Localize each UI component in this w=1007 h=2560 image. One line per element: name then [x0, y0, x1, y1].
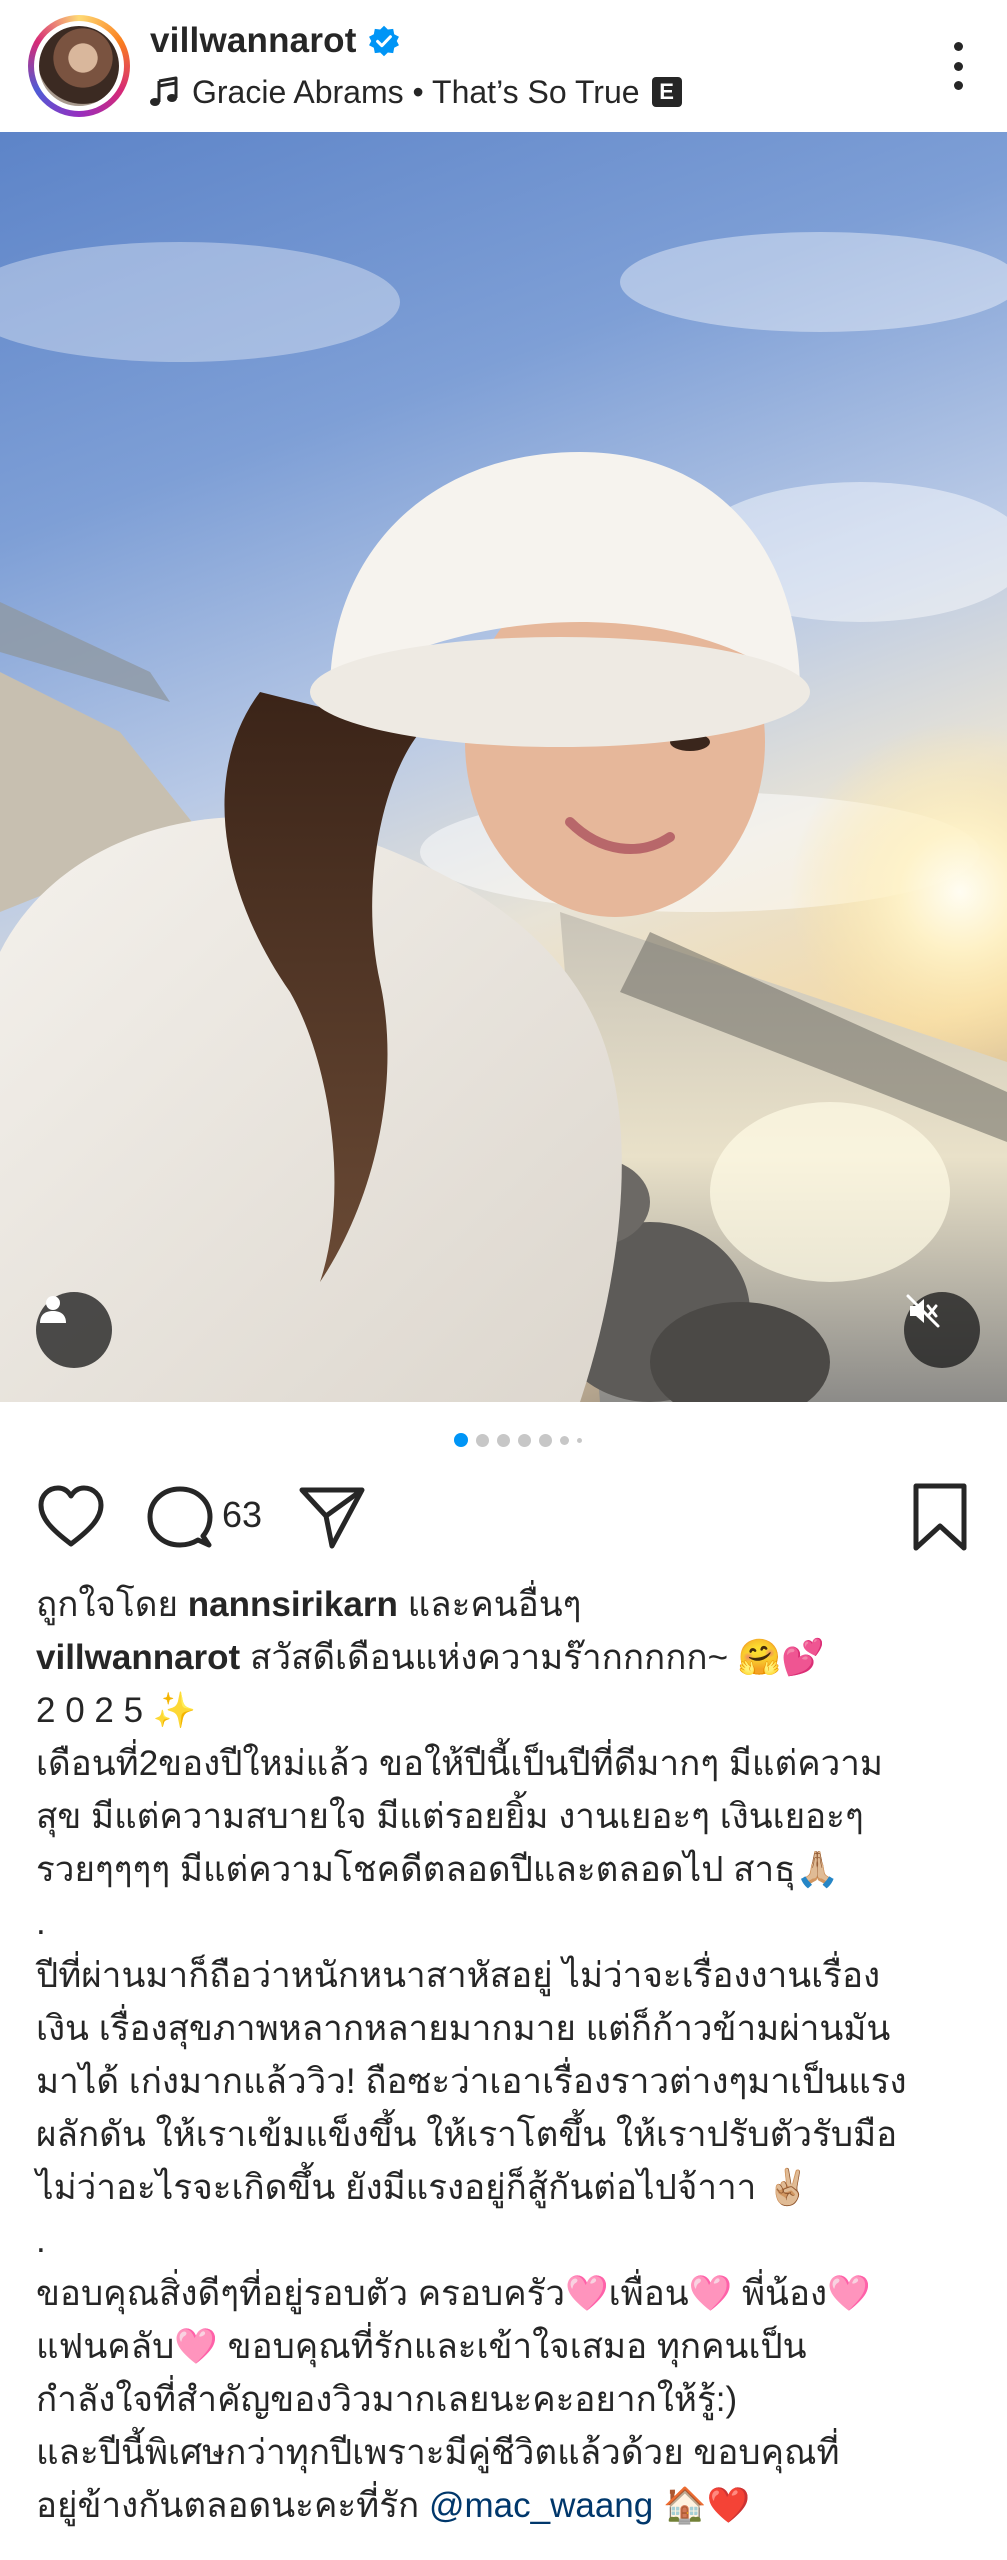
- caption-line: ผลักดัน ให้เราเข้มแข็งขึ้น ให้เราโตขึ้น …: [36, 2115, 898, 2154]
- explicit-badge: E: [651, 77, 682, 107]
- caption-line: แฟนคลับ🩷 ขอบคุณที่รักและเข้าใจเสมอ ทุกคน…: [36, 2327, 807, 2366]
- carousel-dot: [560, 1435, 569, 1445]
- caption-line: ปีที่ผ่านมาก็ถือว่าหนักหนาสาหัสอยู่ ไม่ว…: [36, 1956, 881, 1995]
- carousel-dot-active: [454, 1433, 468, 1447]
- caption-emoji: 🏠❤️: [653, 2486, 751, 2525]
- speaker-muted-icon: [906, 1294, 940, 1328]
- caption-line: .: [36, 1903, 46, 1942]
- carousel-indicator: [454, 1432, 582, 1448]
- carousel-dot: [476, 1433, 489, 1447]
- audio-attribution[interactable]: Gracie Abrams • That’s So True E: [148, 70, 682, 114]
- username-row: villwannarot: [150, 18, 401, 64]
- tagged-people-button[interactable]: [36, 1292, 112, 1368]
- action-bar: 63: [0, 1472, 1007, 1562]
- avatar-image: [39, 26, 119, 106]
- photo-illustration: [0, 232, 1007, 1402]
- caption-line: เงิน เรื่องสุขภาพหลากหลายมากมาย แต่ก็ก้า…: [36, 2009, 891, 2048]
- mention-link[interactable]: @mac_waang: [429, 2486, 653, 2525]
- comment-count[interactable]: 63: [222, 1494, 262, 1536]
- likes-prefix: ถูกใจโดย: [36, 1585, 179, 1624]
- caption-line: มาได้ เก่งมากแล้ววิว! ถือซะว่าเอาเรื่องร…: [36, 2062, 907, 2101]
- caption-text: อยู่ข้างกันตลอดนะคะที่รัก: [36, 2486, 429, 2525]
- caption-line: villwannarot สวัสดีเดือนแห่งความร๊ากกกกก…: [36, 1631, 986, 1684]
- audio-title: Gracie Abrams • That’s So True: [192, 73, 640, 110]
- caption-line: เดือนที่2ของปีใหม่แล้ว ขอให้ปีนี้เป็นปีท…: [36, 1744, 884, 1783]
- post-photo[interactable]: [0, 132, 1007, 1402]
- likes-suffix[interactable]: และคนอื่นๆ: [408, 1585, 582, 1624]
- caption-line: 2 0 2 5 ✨: [36, 1691, 197, 1730]
- carousel-dot: [577, 1437, 582, 1443]
- username[interactable]: villwannarot: [150, 21, 357, 61]
- caption-line: อยู่ข้างกันตลอดนะคะที่รัก @mac_waang 🏠❤️: [36, 2479, 986, 2532]
- mute-toggle-button[interactable]: [904, 1292, 980, 1368]
- caption-text: สวัสดีเดือนแห่งความร๊ากกกกก~ 🤗💕: [249, 1638, 825, 1677]
- likes-summary: ถูกใจโดย nannsirikarn และคนอื่นๆ: [36, 1578, 986, 1631]
- carousel-dot: [497, 1433, 510, 1447]
- caption-username[interactable]: villwannarot: [36, 1638, 240, 1677]
- bookmark-icon[interactable]: [910, 1482, 970, 1552]
- caption-line: และปีนี้พิเศษกว่าทุกปีเพราะมีคู่ชีวิตแล้…: [36, 2433, 840, 2472]
- verified-badge-icon: [368, 25, 399, 57]
- carousel-dot: [539, 1433, 552, 1447]
- caption-line: ขอบคุณสิ่งดีๆที่อยู่รอบตัว ครอบครัว🩷เพื่…: [36, 2274, 871, 2313]
- carousel-dot: [518, 1433, 531, 1447]
- post-caption: ถูกใจโดย nannsirikarn และคนอื่นๆ villwan…: [36, 1578, 986, 2532]
- caption-line: สุข มีแต่ความสบายใจ มีแต่รอยยิ้ม งานเยอะ…: [36, 1797, 864, 1836]
- heart-icon[interactable]: [36, 1484, 106, 1550]
- music-note-icon: [150, 76, 178, 106]
- caption-line: รวยๆๆๆๆ มีแต่ความโชคดีตลอดปีและตลอดไป สา…: [36, 1850, 840, 1889]
- caption-line: กำลังใจที่สำคัญของวิวมากเลยนะคะอยากให้รู…: [36, 2380, 738, 2419]
- comment-bubble-icon[interactable]: [146, 1484, 214, 1552]
- liker-username[interactable]: nannsirikarn: [188, 1585, 398, 1624]
- send-paper-plane-icon[interactable]: [298, 1484, 366, 1550]
- caption-line: ไม่ว่าอะไรจะเกิดขึ้น ยังมีแรงอยู่ก็สู้กั…: [36, 2168, 810, 2207]
- post-header: villwannarot Gracie Abrams • That’s So T…: [0, 0, 1007, 132]
- caption-line: .: [36, 2221, 46, 2260]
- avatar[interactable]: [28, 15, 130, 117]
- more-vertical-icon[interactable]: [940, 34, 976, 98]
- avatar-border: [34, 21, 124, 111]
- person-icon: [40, 1296, 66, 1323]
